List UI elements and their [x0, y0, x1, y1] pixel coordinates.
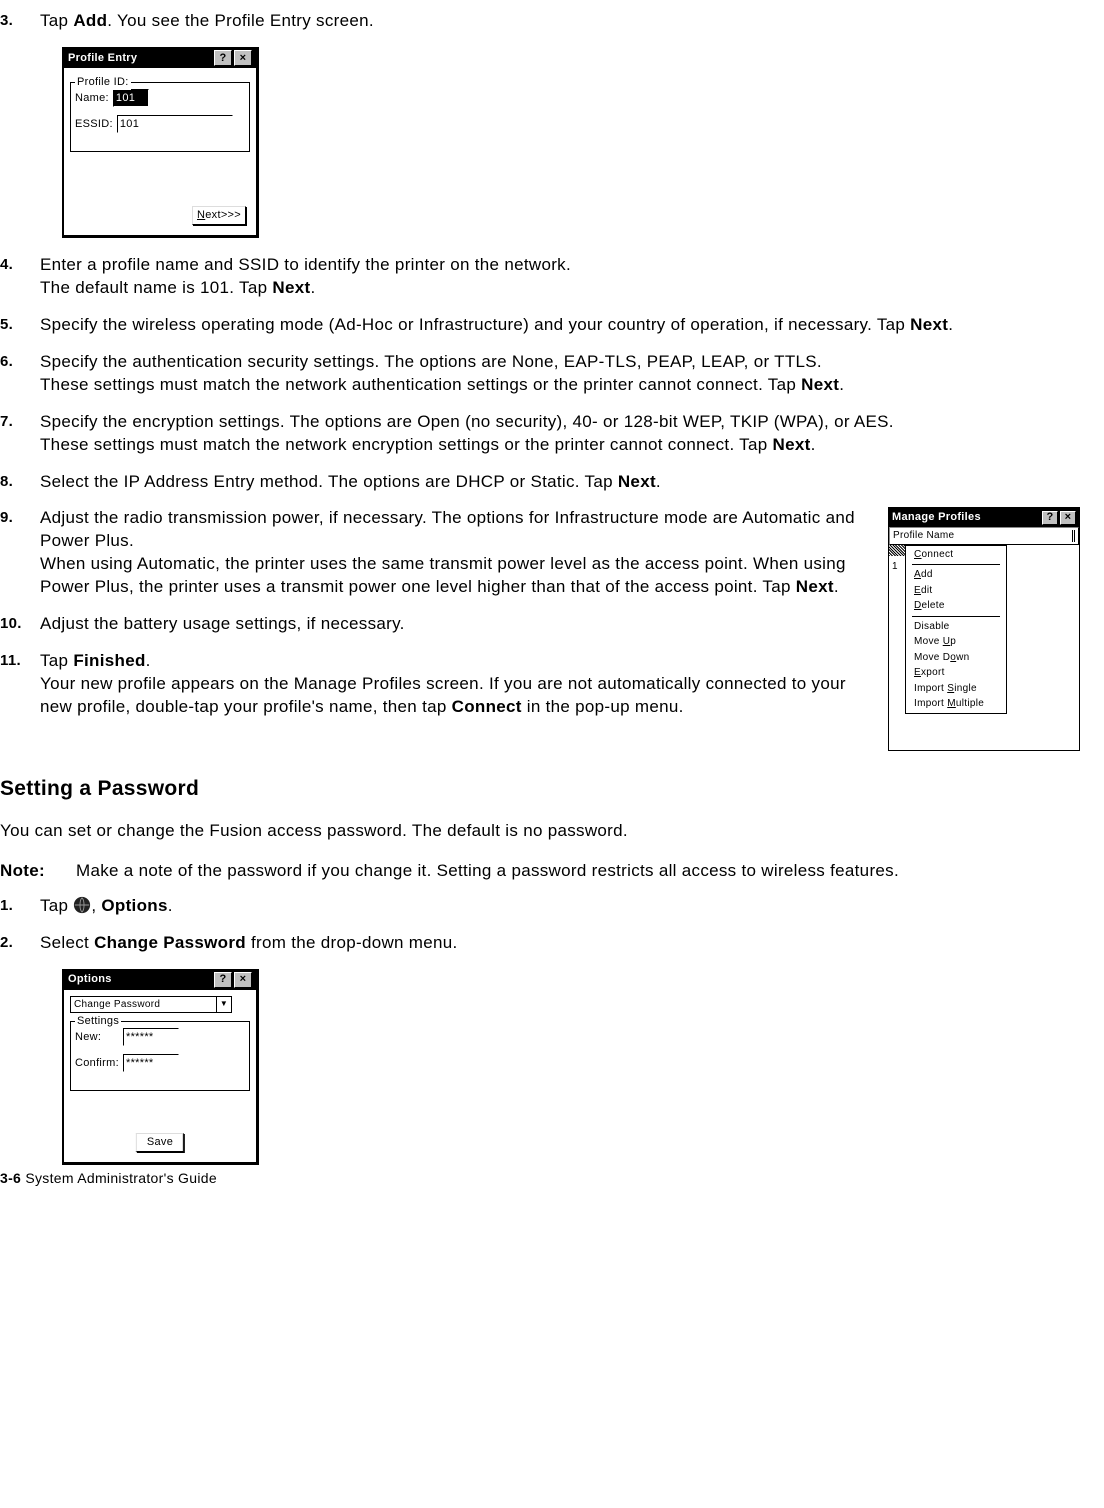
menu-delete[interactable]: Delete: [906, 598, 1006, 614]
note-text: Make a note of the password if you chang…: [76, 860, 899, 883]
help-button[interactable]: ?: [214, 972, 232, 988]
save-button[interactable]: Save: [136, 1133, 184, 1152]
profile-id-group: Profile ID: Name: 101 ESSID: 101: [70, 82, 250, 152]
confirm-label: Confirm:: [75, 1056, 119, 1071]
dialog-title: Profile Entry: [68, 51, 212, 66]
menu-move-up[interactable]: Move Up: [906, 634, 1006, 650]
step-10-text: Adjust the battery usage settings, if ne…: [40, 613, 880, 636]
step-9-text: Adjust the radio transmission power, if …: [40, 507, 880, 599]
new-label: New:: [75, 1030, 119, 1045]
menu-connect[interactable]: Connect: [906, 547, 1006, 563]
step-number: 4.: [0, 254, 40, 300]
next-button[interactable]: Next>>>: [192, 206, 246, 225]
pw-step-1: Tap , Options.: [40, 895, 1080, 918]
menu-export[interactable]: Export: [906, 665, 1006, 681]
globe-icon: [73, 896, 91, 914]
step-number: 10.: [0, 613, 40, 636]
menu-move-down[interactable]: Move Down: [906, 650, 1006, 666]
step-number: 8.: [0, 471, 40, 494]
step-8-text: Select the IP Address Entry method. The …: [40, 471, 1080, 494]
menu-add[interactable]: Add: [906, 567, 1006, 583]
step-3-text: Tap Add. You see the Profile Entry scree…: [40, 10, 1080, 33]
options-dropdown[interactable]: Change Password ▼: [70, 996, 232, 1014]
page-footer: 3-6 System Administrator's Guide: [0, 1169, 1080, 1188]
dialog-titlebar: Manage Profiles ? ×: [889, 508, 1079, 527]
close-button[interactable]: ×: [234, 972, 252, 988]
close-button[interactable]: ×: [1060, 511, 1076, 525]
step-number: 6.: [0, 351, 40, 397]
options-dialog: Options ? × Change Password ▼ Settings N…: [62, 969, 259, 1165]
fieldset-legend: Profile ID:: [75, 75, 131, 90]
section-paragraph: You can set or change the Fusion access …: [0, 820, 1080, 843]
section-heading: Setting a Password: [0, 775, 1080, 803]
name-input[interactable]: 101: [113, 89, 149, 107]
menu-edit[interactable]: Edit: [906, 583, 1006, 599]
help-button[interactable]: ?: [1042, 511, 1058, 525]
confirm-password-input[interactable]: ******: [123, 1054, 179, 1072]
context-menu: Connect Add Edit Delete Disable Move Up …: [905, 545, 1007, 714]
step-number: 9.: [0, 507, 40, 599]
name-label: Name:: [75, 91, 109, 106]
step-5-text: Specify the wireless operating mode (Ad-…: [40, 314, 1080, 337]
step-number: 3.: [0, 10, 40, 33]
pw-step-2: Select Change Password from the drop-dow…: [40, 932, 1080, 955]
step-number: 2.: [0, 932, 40, 955]
step-7-text: Specify the encryption settings. The opt…: [40, 411, 1080, 457]
new-password-input[interactable]: ******: [123, 1028, 179, 1046]
help-button[interactable]: ?: [214, 50, 232, 66]
manage-profiles-dialog: Manage Profiles ? × Profile Name 1 Conne…: [888, 507, 1080, 750]
step-number: 1.: [0, 895, 40, 918]
menu-import-multiple[interactable]: Import Multiple: [906, 696, 1006, 712]
step-number: 7.: [0, 411, 40, 457]
chevron-down-icon[interactable]: ▼: [216, 997, 231, 1013]
note-label: Note:: [0, 860, 76, 883]
essid-label: ESSID:: [75, 117, 113, 132]
dialog-title: Manage Profiles: [892, 510, 1040, 525]
essid-input[interactable]: 101: [117, 115, 233, 133]
step-6-text: Specify the authentication security sett…: [40, 351, 1080, 397]
dialog-titlebar: Options ? ×: [64, 970, 256, 990]
profile-entry-dialog: Profile Entry ? × Profile ID: Name: 101 …: [62, 47, 259, 238]
close-button[interactable]: ×: [234, 50, 252, 66]
dialog-title: Options: [68, 972, 212, 987]
step-4-text: Enter a profile name and SSID to identif…: [40, 254, 1080, 300]
step-11-text: Tap Finished. Your new profile appears o…: [40, 650, 880, 719]
column-header[interactable]: Profile Name: [889, 527, 1079, 545]
step-number: 5.: [0, 314, 40, 337]
menu-import-single[interactable]: Import Single: [906, 681, 1006, 697]
settings-group: Settings New: ****** Confirm: ******: [70, 1021, 250, 1091]
step-number: 11.: [0, 650, 40, 719]
menu-disable[interactable]: Disable: [906, 619, 1006, 635]
fieldset-legend: Settings: [75, 1014, 121, 1029]
dialog-titlebar: Profile Entry ? ×: [64, 48, 256, 68]
